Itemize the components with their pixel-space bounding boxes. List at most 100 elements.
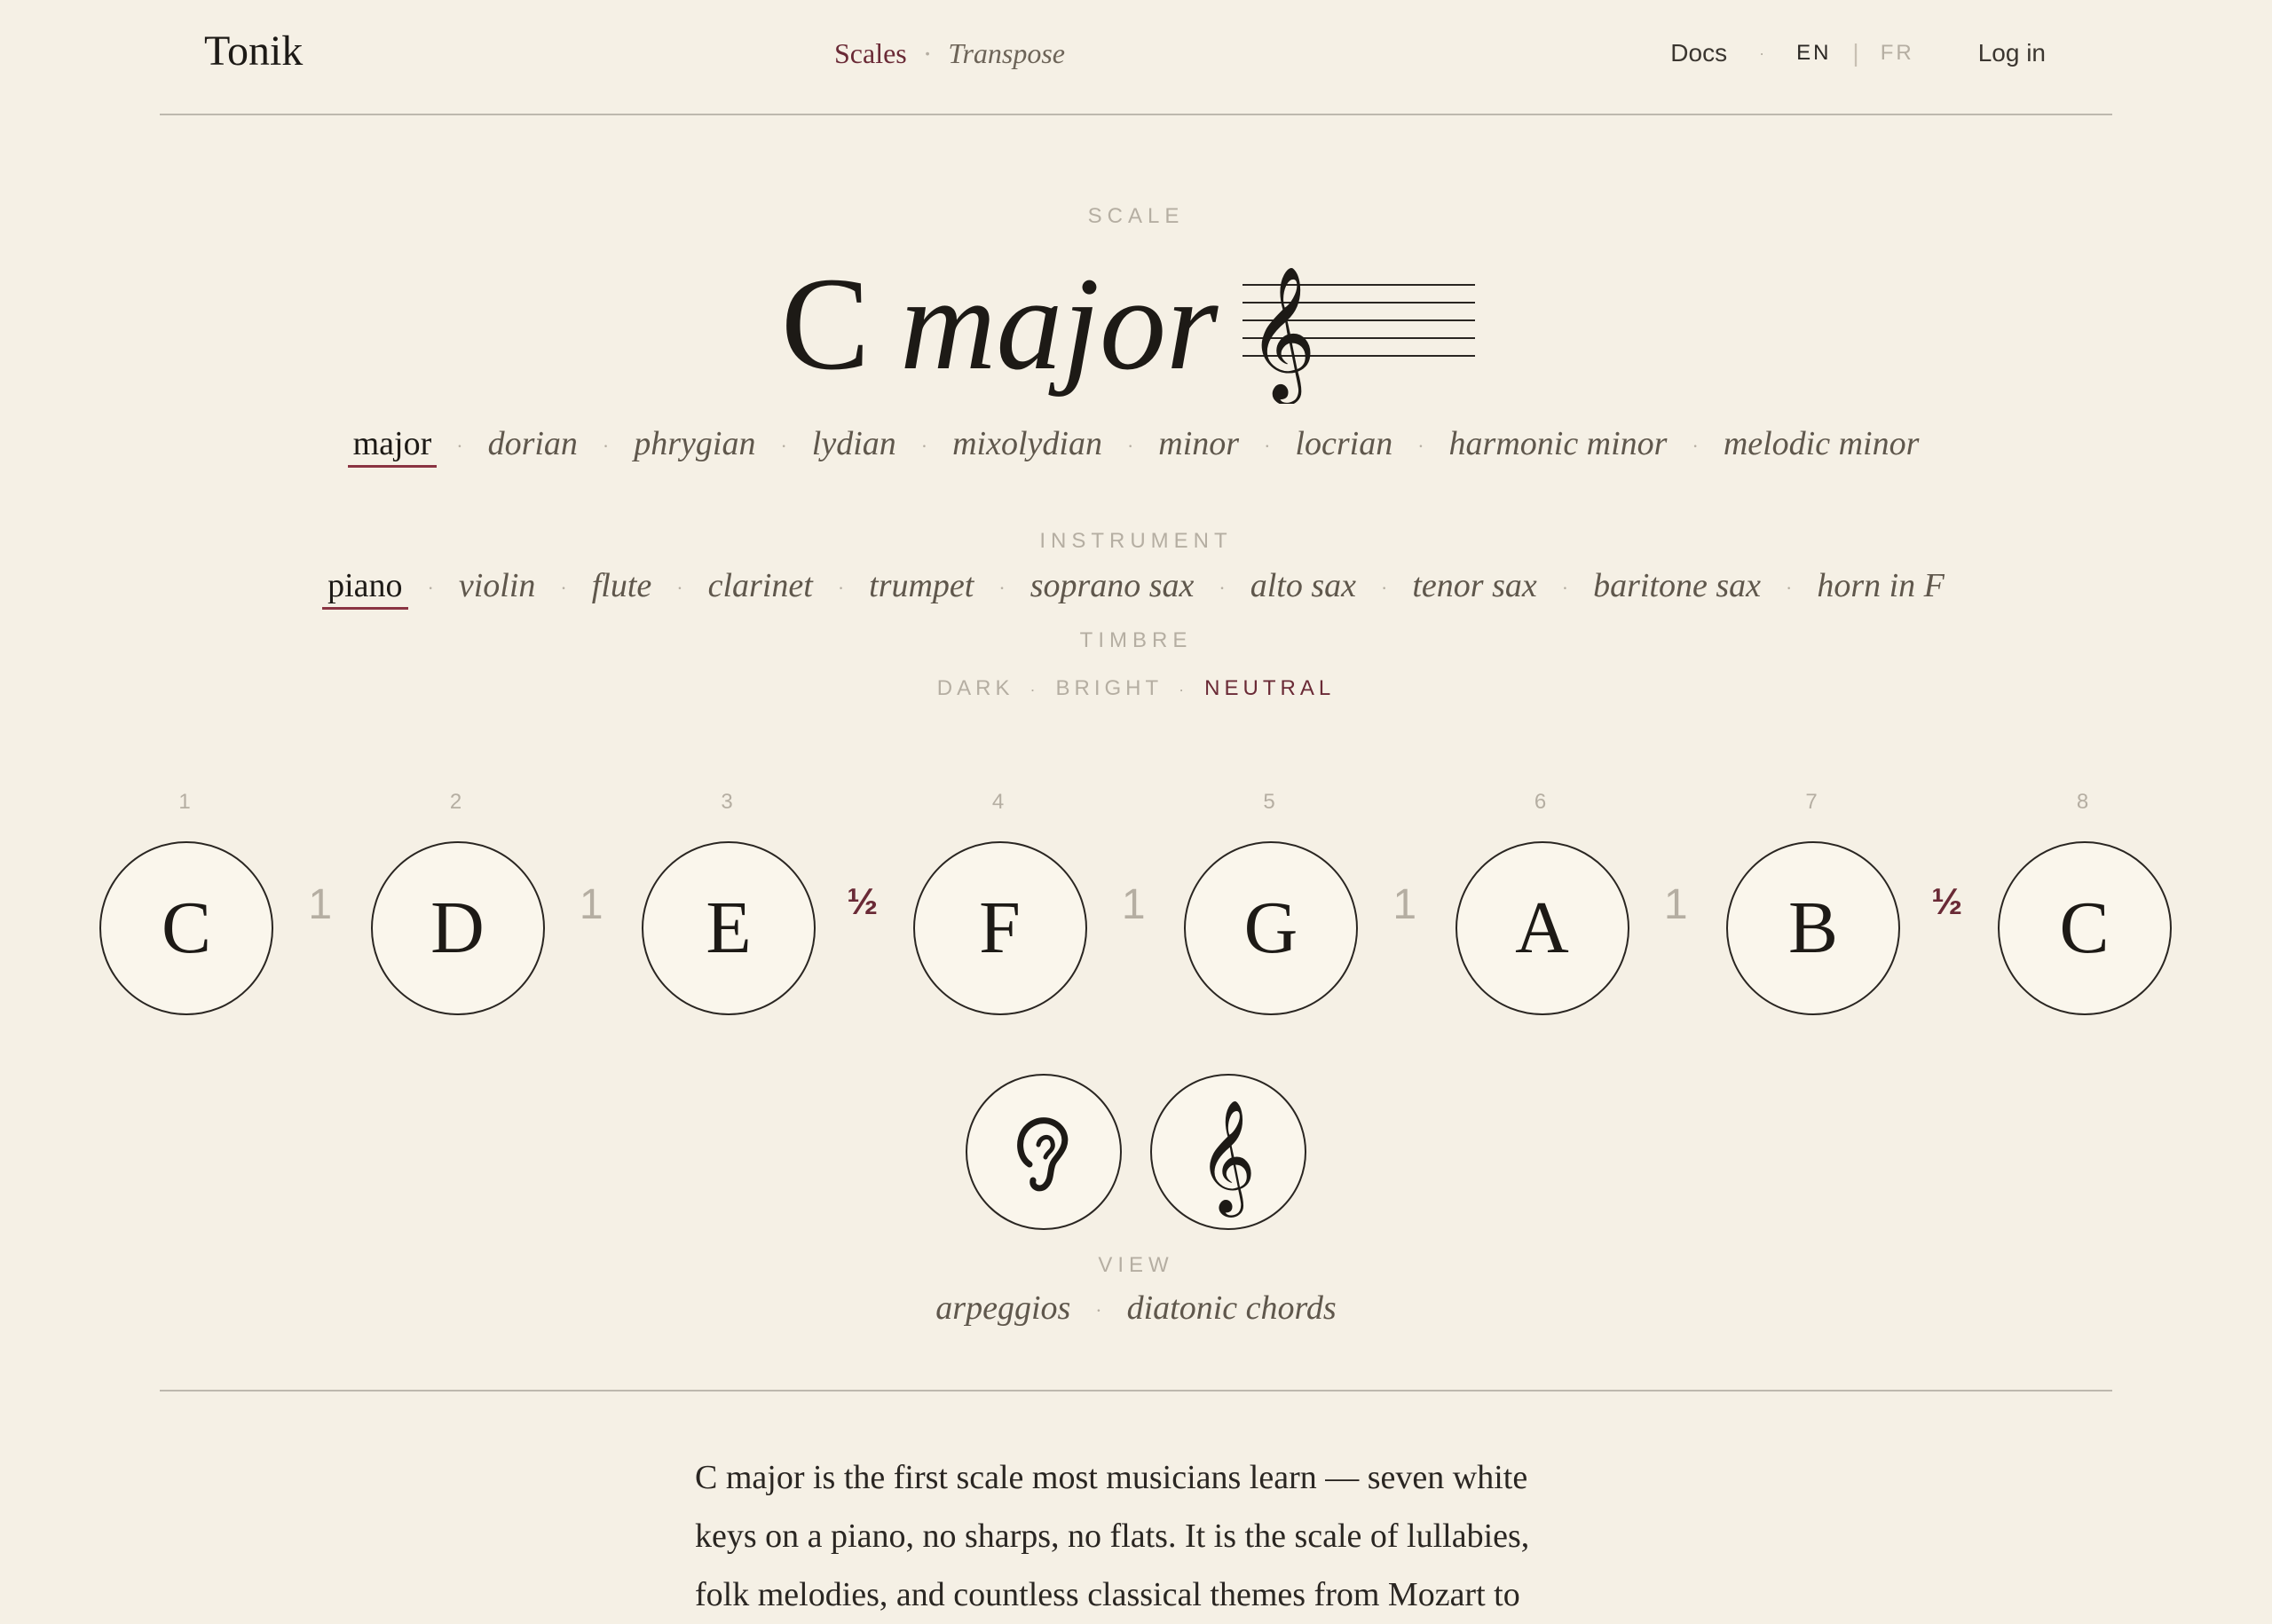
nav-separator: ·: [1759, 43, 1765, 62]
tab-separator: ·: [1417, 435, 1424, 458]
mode-tab-melodic-minor[interactable]: melodic minor: [1718, 424, 1925, 463]
instrument-label: INSTRUMENT: [1039, 529, 1233, 553]
timbre-options: DARK · BRIGHT · NEUTRAL: [0, 676, 2272, 701]
nav-separator: ·: [922, 37, 933, 69]
view-tab-arpeggios[interactable]: arpeggios: [930, 1289, 1076, 1328]
note-degree: 5: [1263, 790, 1275, 814]
tab-separator: ·: [1126, 435, 1134, 458]
instrument-tab-piano[interactable]: piano: [322, 566, 408, 610]
note-name: F: [979, 887, 1021, 969]
scale-title: Cmajor: [781, 248, 1218, 399]
tab-separator: ·: [1095, 1299, 1102, 1322]
top-navbar: Tonik Scales · Transpose Docs · EN | FR Lo…: [160, 0, 2112, 115]
scale-label: SCALE: [1087, 204, 1185, 228]
tab-separator: ·: [837, 577, 845, 600]
timbre-neutral[interactable]: NEUTRAL: [1204, 676, 1335, 700]
tab-separator: ·: [1692, 435, 1699, 458]
mode-tab-locrian[interactable]: locrian: [1290, 424, 1398, 463]
view-tab-diatonic-chords[interactable]: diatonic chords: [1122, 1289, 1342, 1328]
mode-tab-major[interactable]: major: [347, 424, 438, 468]
note-degree: 3: [721, 790, 733, 814]
scale-title-area: Cmajor: [0, 248, 2272, 417]
scale-root: C: [781, 250, 871, 398]
brand-logo[interactable]: Tonik: [204, 27, 303, 75]
note-degree: 4: [991, 790, 1005, 814]
instrument-tab-soprano-sax[interactable]: soprano sax: [1025, 566, 1200, 605]
instrument-tabs: piano · violin · flute · clarinet · trumpet · sopr…: [0, 566, 2272, 610]
timbre-label: TIMBRE: [1079, 628, 1193, 652]
note-name: G: [1243, 887, 1298, 969]
right-nav: Docs · EN | FR Log in: [1670, 39, 2046, 67]
note-degree: 6: [1534, 790, 1547, 814]
note-button-8[interactable]: C: [1997, 841, 2172, 1015]
lang-fr[interactable]: FR: [1881, 41, 1914, 66]
note-name: B: [1787, 887, 1839, 969]
interval-step: 1: [1663, 881, 1688, 928]
login-link[interactable]: Log in: [1978, 39, 2046, 67]
interval-step: 1: [1392, 881, 1417, 928]
instrument-tab-clarinet[interactable]: clarinet: [703, 566, 818, 605]
treble-clef-icon: 𝄞: [1198, 1099, 1256, 1218]
instrument-tab-alto-sax[interactable]: alto sax: [1245, 566, 1361, 605]
svg-text:𝄞: 𝄞: [1198, 1099, 1256, 1218]
mode-tab-harmonic-minor[interactable]: harmonic minor: [1444, 424, 1673, 463]
docs-link[interactable]: Docs: [1670, 39, 1727, 67]
treble-clef-staff-icon: 𝄞: [1242, 264, 1475, 404]
note-name: C: [2059, 887, 2110, 969]
interval-step: ½: [847, 880, 879, 922]
mode-tab-minor[interactable]: minor: [1153, 424, 1244, 463]
note-button-4[interactable]: F: [912, 841, 1087, 1015]
nav-transpose[interactable]: Transpose: [948, 37, 1065, 69]
note-button-7[interactable]: B: [1726, 841, 1900, 1015]
instrument-tab-trumpet[interactable]: trumpet: [864, 566, 979, 605]
interval-step: 1: [308, 881, 333, 928]
main-nav: Scales · Transpose: [834, 37, 1065, 70]
note-button-2[interactable]: D: [370, 841, 545, 1015]
scale-mode: major: [900, 250, 1219, 398]
ear-icon: [1017, 1117, 1069, 1192]
tab-separator: ·: [676, 577, 683, 600]
timbre-separator: ·: [1030, 681, 1040, 698]
tab-separator: ·: [1786, 577, 1793, 600]
note-button-6[interactable]: A: [1455, 841, 1629, 1015]
instrument-tab-violin[interactable]: violin: [454, 566, 541, 605]
mode-tab-phrygian[interactable]: phrygian: [628, 424, 761, 463]
note-button-3[interactable]: E: [642, 841, 816, 1015]
instrument-tab-baritone-sax[interactable]: baritone sax: [1588, 566, 1766, 605]
note-degree: 2: [449, 790, 462, 814]
timbre-bright[interactable]: BRIGHT: [1055, 676, 1163, 700]
tab-separator: ·: [998, 577, 1006, 600]
mode-tab-lydian[interactable]: lydian: [807, 424, 902, 463]
instrument-tab-tenor-sax[interactable]: tenor sax: [1407, 566, 1542, 605]
note-name: D: [430, 887, 485, 969]
instrument-tab-flute[interactable]: flute: [587, 566, 658, 605]
interval-step: 1: [1121, 881, 1146, 928]
view-label: VIEW: [1098, 1253, 1174, 1277]
tab-separator: ·: [1381, 577, 1388, 600]
tab-separator: ·: [1264, 435, 1271, 458]
tab-separator: ·: [920, 435, 928, 458]
svg-text:𝄞: 𝄞: [1248, 264, 1316, 404]
scale-notes: 1 C 1 2 D 1 3 E ½ 4 F 1 5 G 1 6 A 1 7 B ½ 8 C: [0, 790, 2272, 1021]
view-options: arpeggios · diatonic chords: [0, 1289, 2272, 1328]
timbre-separator: ·: [1179, 681, 1189, 698]
instrument-tab-horn-in-f[interactable]: horn in F: [1811, 566, 1950, 605]
note-name: A: [1515, 887, 1569, 969]
note-name: C: [161, 887, 212, 969]
tab-separator: ·: [427, 577, 434, 600]
note-button-5[interactable]: G: [1184, 841, 1358, 1015]
tab-separator: ·: [780, 435, 787, 458]
timbre-dark[interactable]: DARK: [937, 676, 1014, 700]
nav-scales[interactable]: Scales: [834, 37, 907, 69]
notation-button[interactable]: 𝄞: [1150, 1074, 1306, 1230]
mode-tab-mixolydian[interactable]: mixolydian: [947, 424, 1108, 463]
tab-separator: ·: [456, 435, 463, 458]
interval-step: ½: [1931, 880, 1963, 922]
listen-button[interactable]: [966, 1074, 1122, 1230]
lang-en[interactable]: EN: [1796, 41, 1831, 66]
tab-separator: ·: [1219, 577, 1226, 600]
mode-tab-dorian[interactable]: dorian: [483, 424, 583, 463]
interval-step: 1: [579, 881, 604, 928]
note-degree: 1: [178, 790, 191, 814]
note-button-1[interactable]: C: [99, 841, 273, 1015]
